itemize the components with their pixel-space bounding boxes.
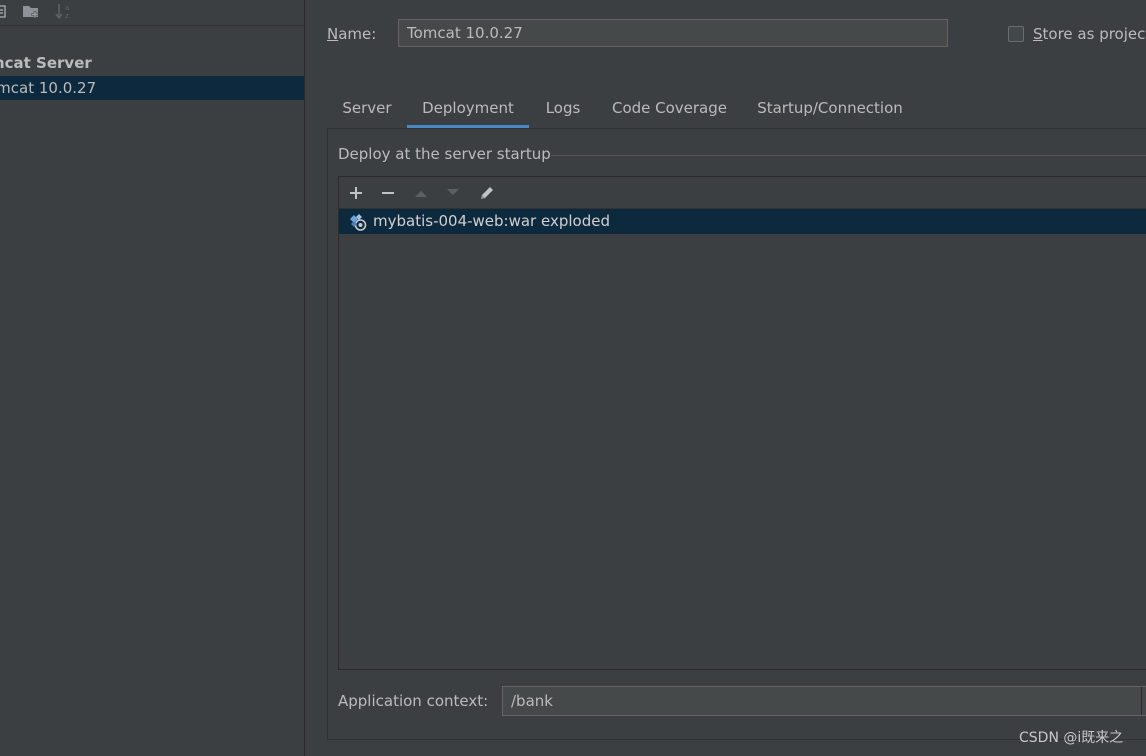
tree-item-label: mcat Server — [0, 54, 92, 72]
tab-label: Deployment — [422, 99, 514, 117]
sort-icon[interactable]: az — [54, 0, 74, 22]
deploy-group-title: Deploy at the server startup — [338, 145, 551, 163]
run-config-tree-panel — [0, 0, 305, 756]
tab-label: Code Coverage — [611, 99, 728, 117]
remove-icon[interactable] — [376, 181, 400, 205]
add-icon[interactable] — [344, 181, 368, 205]
tab-startup-connection[interactable]: Startup/Connection — [742, 94, 918, 128]
tab-logs[interactable]: Logs — [529, 94, 597, 128]
application-context-label: Application context: — [338, 692, 489, 710]
move-down-icon — [441, 181, 465, 205]
name-input[interactable] — [398, 19, 948, 47]
new-folder-icon[interactable] — [22, 0, 42, 22]
tree-item-tomcat-config-selected[interactable]: omcat 10.0.27 — [0, 76, 304, 100]
svg-text:z: z — [65, 12, 69, 20]
svg-text:a: a — [65, 4, 69, 12]
combo-separator — [1141, 687, 1142, 715]
artifact-label: mybatis-004-web:war exploded — [373, 212, 610, 230]
application-context-input[interactable] — [502, 686, 1146, 716]
watermark: CSDN @i既来之 — [1019, 730, 1124, 746]
store-label-text: tore as project file — [1042, 25, 1146, 43]
tree-toolbar: az — [0, 0, 304, 24]
move-up-icon — [409, 181, 433, 205]
folder-icon[interactable] — [0, 0, 10, 22]
tab-code-coverage[interactable]: Code Coverage — [597, 94, 742, 128]
store-label-mnemonic: S — [1033, 25, 1043, 43]
group-separator — [551, 155, 1146, 156]
tree-item-junit[interactable]: it — [0, 26, 304, 50]
tab-label: Server — [342, 99, 392, 117]
tree-item-label: omcat 10.0.27 — [0, 79, 97, 97]
name-label: Name: — [327, 23, 376, 45]
store-as-project-file-checkbox[interactable] — [1008, 26, 1024, 42]
tab-label: Logs — [545, 99, 581, 117]
tab-label: Startup/Connection — [757, 99, 903, 117]
name-label-mnemonic: N — [327, 25, 339, 43]
artifact-list[interactable] — [338, 176, 1146, 670]
artifact-exploded-icon — [348, 212, 368, 232]
tree-item-tomcat-server-group[interactable]: mcat Server — [0, 51, 304, 75]
tab-server[interactable]: Server — [327, 94, 407, 128]
edit-icon[interactable] — [475, 181, 499, 205]
tab-deployment[interactable]: Deployment — [407, 94, 529, 128]
name-label-text: ame: — [338, 25, 377, 43]
store-as-project-file-label[interactable]: Store as project file — [1033, 23, 1146, 45]
